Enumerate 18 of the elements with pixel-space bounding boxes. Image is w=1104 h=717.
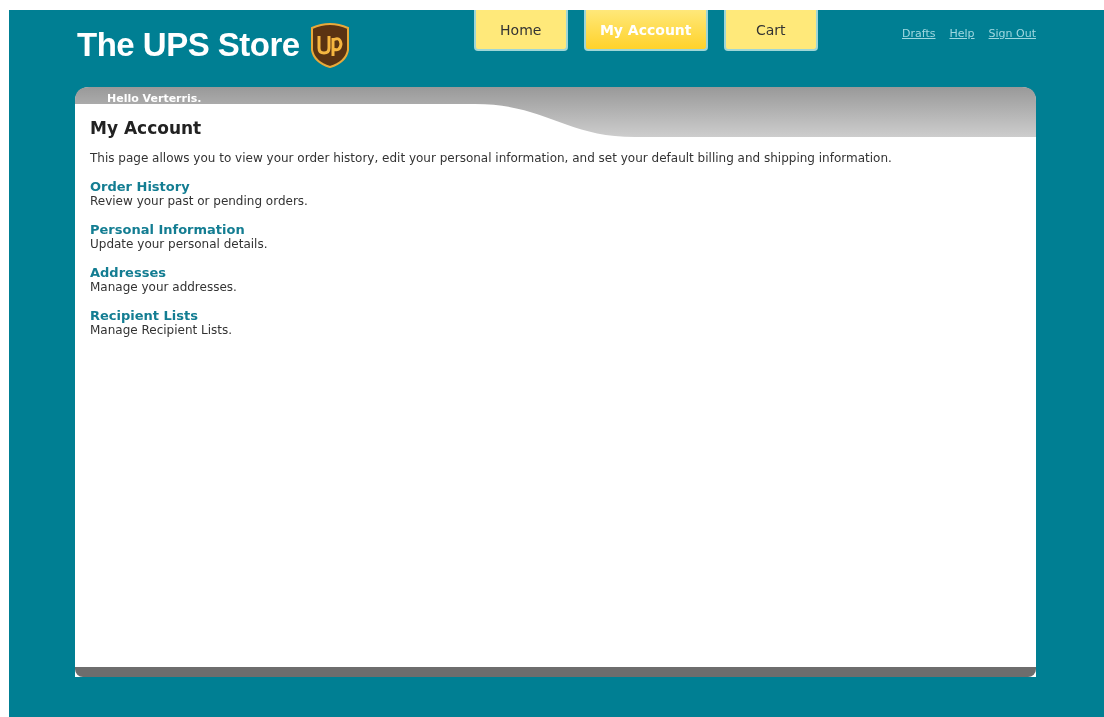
- header-link[interactable]: Drafts: [902, 27, 936, 40]
- section-description: Review your past or pending orders.: [90, 194, 308, 208]
- section-link[interactable]: Addresses: [90, 265, 166, 280]
- section-description: Update your personal details.: [90, 237, 268, 251]
- section-link[interactable]: Order History: [90, 179, 190, 194]
- section-link[interactable]: Personal Information: [90, 222, 245, 237]
- header-link[interactable]: Sign Out: [988, 27, 1036, 40]
- section-description: Manage Recipient Lists.: [90, 323, 233, 337]
- logo-text: The UPS Store: [77, 26, 300, 64]
- greeting-text: Hello Verterris.: [107, 91, 202, 105]
- page-title: My Account: [90, 118, 203, 138]
- nav-tab[interactable]: Home: [473, 10, 568, 51]
- shield-logo-icon: [309, 22, 350, 68]
- section-link[interactable]: Recipient Lists: [90, 308, 198, 323]
- section-description: Manage your addresses.: [90, 280, 237, 294]
- nav-tab[interactable]: Cart: [723, 10, 818, 51]
- header-link[interactable]: Help: [949, 27, 975, 40]
- intro-text: This page allows you to view your order history, edit your personal information, and set your default billing and shipping information.: [90, 151, 893, 165]
